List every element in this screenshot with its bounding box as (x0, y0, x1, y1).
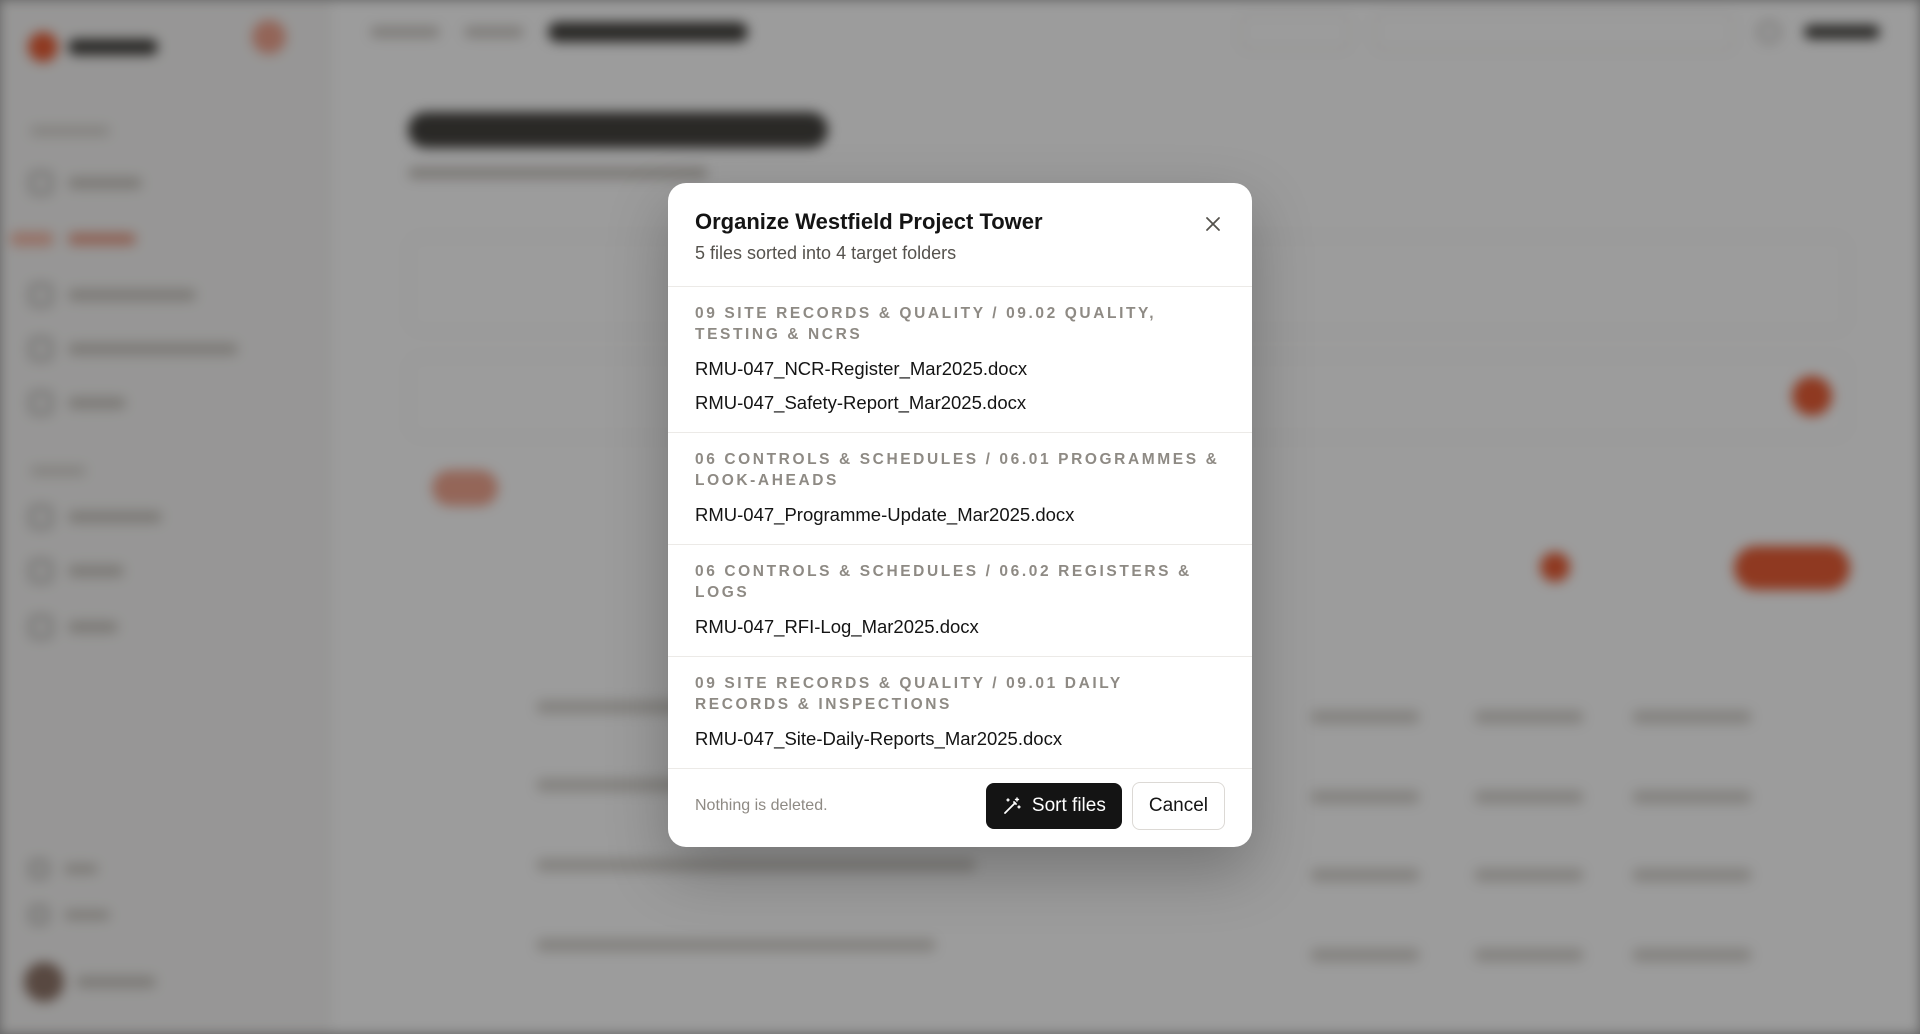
folder-path: 06 Controls & Schedules / 06.01 Programm… (695, 451, 1220, 489)
folder-group: 09 Site Records & Quality / 09.01 Daily … (668, 657, 1252, 769)
file-name: RMU-047_NCR-Register_Mar2025.docx (695, 358, 1028, 379)
folder-group: 06 Controls & Schedules / 06.02 Register… (668, 545, 1252, 657)
folder-group: 09 Site Records & Quality / 09.02 Qualit… (668, 287, 1252, 433)
file-name: RMU-047_RFI-Log_Mar2025.docx (695, 616, 979, 637)
sort-files-button[interactable]: Sort files (985, 783, 1122, 829)
organize-dialog: Organize Westfield Project Tower 5 files… (668, 183, 1252, 847)
file-name: RMU-047_Programme-Update_Mar2025.docx (695, 504, 1075, 525)
folder-path: 06 Controls & Schedules / 06.02 Register… (695, 563, 1192, 601)
sort-files-label: Sort files (1031, 795, 1106, 816)
dialog-footer: Nothing is deleted. Sort files Cancel (668, 765, 1252, 847)
folder-path: 09 Site Records & Quality / 09.01 Daily … (695, 675, 1123, 713)
file-name: RMU-047_Site-Daily-Reports_Mar2025.docx (695, 728, 1063, 749)
folder-path: 09 Site Records & Quality / 09.02 Qualit… (695, 305, 1157, 343)
magic-wand-icon (1004, 797, 1021, 814)
footer-note: Nothing is deleted. (695, 797, 828, 814)
folder-group: 06 Controls & Schedules / 06.01 Programm… (668, 433, 1252, 545)
dialog-subtitle: 5 files sorted into 4 target folders (695, 243, 957, 263)
close-icon (1206, 217, 1220, 231)
cancel-button[interactable]: Cancel (1131, 782, 1225, 830)
dialog-title: Organize Westfield Project Tower (695, 209, 1043, 234)
close-button[interactable] (1200, 211, 1226, 237)
file-name: RMU-047_Safety-Report_Mar2025.docx (695, 392, 1027, 413)
dialog-header: Organize Westfield Project Tower 5 files… (668, 183, 1252, 287)
